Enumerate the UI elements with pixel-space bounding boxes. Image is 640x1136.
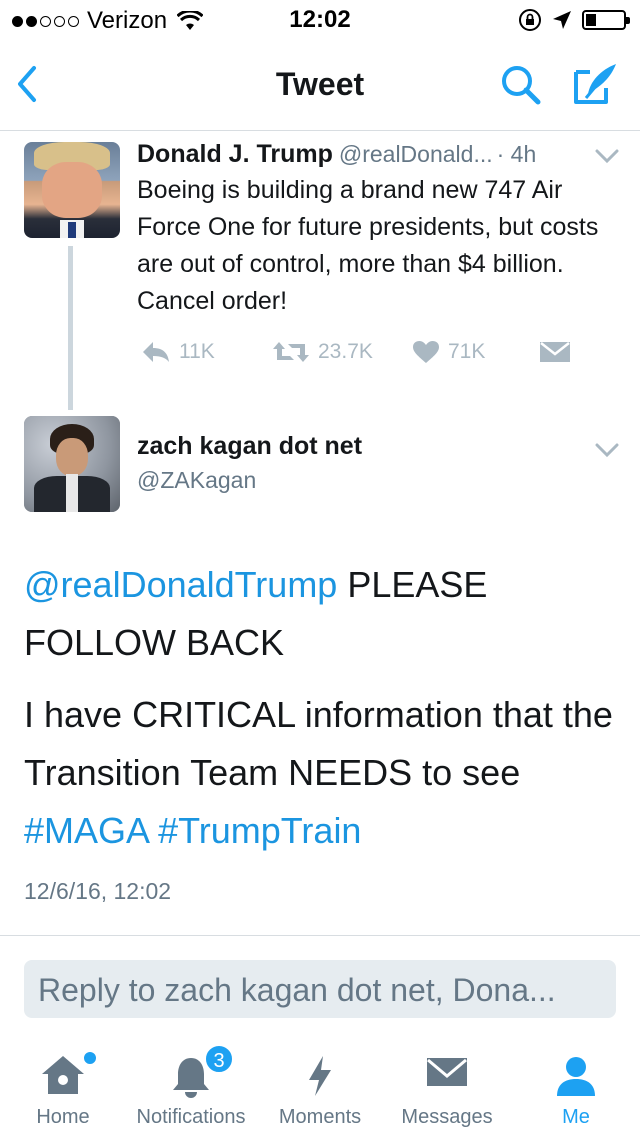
rotation-lock-icon xyxy=(519,9,541,31)
person-icon xyxy=(557,1057,595,1096)
tab-notifications[interactable]: 3 Notifications xyxy=(126,1036,256,1136)
heart-icon xyxy=(413,341,439,363)
tab-label: Notifications xyxy=(136,1106,246,1128)
thread-connector xyxy=(68,246,73,410)
tab-bar: Home 3 Notifications Moments Messages Me xyxy=(0,1036,640,1136)
reply-icon xyxy=(143,342,169,362)
home-icon xyxy=(42,1056,84,1094)
status-bar: Verizon 12:02 xyxy=(0,0,640,40)
chevron-down-icon[interactable] xyxy=(595,442,619,458)
tweet-paragraph-2: I have CRITICAL information that the Tra… xyxy=(24,686,624,860)
compose-icon[interactable] xyxy=(572,60,620,108)
author-display-name[interactable]: zach kagan dot net xyxy=(137,432,362,461)
reply-button[interactable]: 11K xyxy=(141,340,215,364)
envelope-icon xyxy=(427,1058,467,1086)
chevron-down-icon[interactable] xyxy=(595,148,619,164)
battery-icon xyxy=(582,10,630,30)
nav-bar: Tweet xyxy=(0,40,640,131)
hashtag-link[interactable]: #TrumpTrain xyxy=(158,810,361,851)
location-arrow-icon xyxy=(553,11,571,29)
reply-composer[interactable] xyxy=(24,960,620,1020)
parent-display-name[interactable]: Donald J. Trump xyxy=(137,140,333,168)
like-count: 71K xyxy=(448,340,486,363)
tweet-timestamp: 12/6/16, 12:02 xyxy=(24,878,172,904)
mention-link[interactable]: @realDonaldTrump xyxy=(24,564,337,605)
parent-tweet-header: Donald J. Trump @realDonald... · 4h xyxy=(137,140,536,169)
reply-count: 11K xyxy=(179,340,215,363)
retweet-count: 23.7K xyxy=(318,340,373,363)
retweet-button[interactable]: 23.7K xyxy=(272,340,373,364)
tab-home[interactable]: Home xyxy=(20,1036,106,1136)
tweet-body: @realDonaldTrump PLEASE FOLLOW BACK I ha… xyxy=(24,556,624,874)
direct-message-button[interactable] xyxy=(539,340,571,364)
tab-messages[interactable]: Messages xyxy=(392,1036,502,1136)
divider xyxy=(0,935,640,936)
lightning-icon xyxy=(309,1056,331,1096)
envelope-icon xyxy=(540,342,570,362)
reply-input[interactable] xyxy=(36,960,620,1020)
status-icons xyxy=(518,8,630,32)
author-handle[interactable]: @ZAKagan xyxy=(137,467,256,494)
notification-badge: 3 xyxy=(204,1044,234,1074)
like-button[interactable]: 71K xyxy=(412,340,485,364)
new-content-dot xyxy=(82,1050,98,1066)
tab-label: Me xyxy=(562,1106,590,1128)
tweet-paragraph-1: @realDonaldTrump PLEASE FOLLOW BACK xyxy=(24,556,624,672)
hashtag-link[interactable]: #MAGA xyxy=(24,810,148,851)
tab-me[interactable]: Me xyxy=(540,1036,612,1136)
page-title: Tweet xyxy=(275,66,365,102)
parent-tweet-text: Boeing is building a brand new 747 Air F… xyxy=(137,176,599,315)
parent-handle[interactable]: @realDonald... xyxy=(339,141,493,167)
retweet-icon xyxy=(273,342,309,362)
tweet-text-2: I have CRITICAL information that the Tra… xyxy=(24,694,613,793)
tab-label: Messages xyxy=(401,1106,493,1128)
tab-moments[interactable]: Moments xyxy=(270,1036,370,1136)
tab-label: Moments xyxy=(278,1106,362,1128)
parent-tweet-actions: 11K 23.7K 71K xyxy=(137,340,597,370)
tab-label: Home xyxy=(36,1106,90,1128)
avatar-zach[interactable] xyxy=(24,416,120,512)
parent-time: · 4h xyxy=(496,141,537,167)
search-icon[interactable] xyxy=(498,62,544,108)
avatar-trump[interactable] xyxy=(24,142,120,238)
